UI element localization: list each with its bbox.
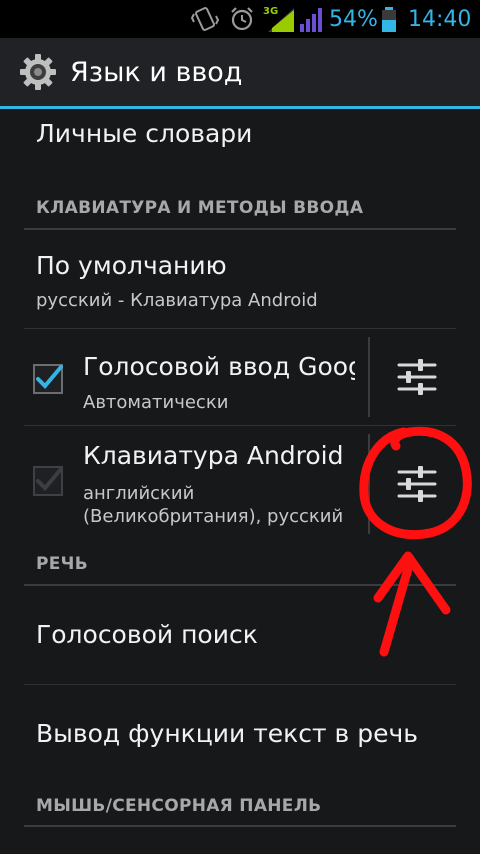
settings-screen: 3G 54% 14:40 Язык и ввод Личные словари … [0, 0, 480, 854]
red-annotation-circle-arrow-icon [359, 426, 472, 657]
